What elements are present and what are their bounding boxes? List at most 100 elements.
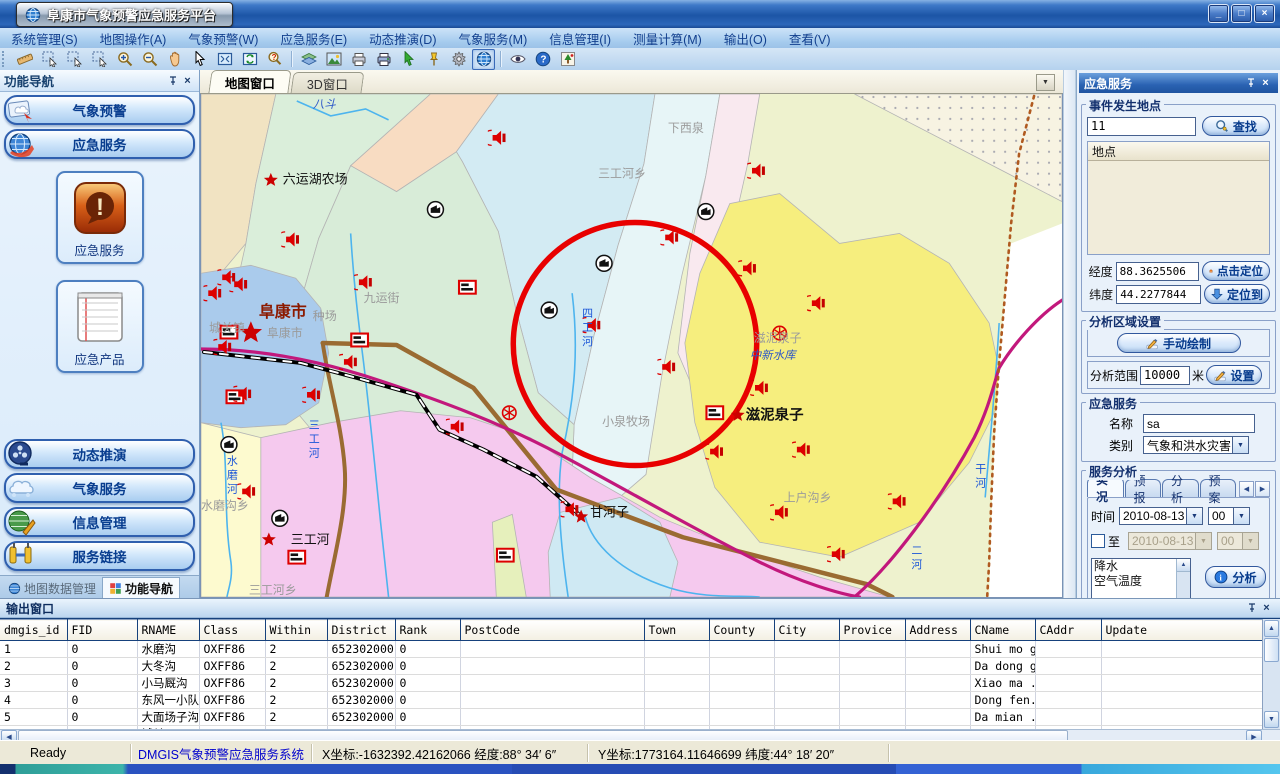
monitor-station-icon[interactable] xyxy=(221,437,237,453)
locate-to-button[interactable]: 定位到 xyxy=(1204,284,1270,304)
analysis-tab-2[interactable]: 分析 xyxy=(1162,479,1199,497)
table-row[interactable]: 50大面场子沟OXFF8626523020000Da mian ... xyxy=(0,709,1263,726)
left-panel-close-icon[interactable]: × xyxy=(180,74,195,88)
column-header[interactable]: County xyxy=(709,620,774,641)
column-header[interactable]: CName xyxy=(970,620,1035,641)
search-button[interactable]: 查找 xyxy=(1202,116,1270,136)
toolbar-pan-button[interactable] xyxy=(163,49,186,70)
table-row[interactable]: 30小马厩沟OXFF8626523020000Xiao ma ... xyxy=(0,675,1263,692)
analysis-tab-0[interactable]: 实况 xyxy=(1087,477,1124,497)
column-header[interactable]: Within xyxy=(265,620,327,641)
column-header[interactable]: RNAME xyxy=(137,620,199,641)
monitor-station-icon[interactable] xyxy=(272,510,288,526)
place-list-header[interactable]: 地点 xyxy=(1088,142,1269,161)
nav-group-bottom-0[interactable]: 动态推演 xyxy=(4,439,195,469)
table-row[interactable]: 10水磨沟OXFF8626523020000Shui mo gou xyxy=(0,641,1263,658)
map-tab-dropdown-icon[interactable]: ▼ xyxy=(1036,74,1055,91)
menu-item-2[interactable]: 气象预警(W) xyxy=(177,29,269,48)
manual-draw-button[interactable]: 手动绘制 xyxy=(1117,333,1241,353)
toolbar-pointer-button[interactable] xyxy=(188,49,211,70)
map-tab-0[interactable]: 地图窗口 xyxy=(208,70,291,93)
title-bar[interactable]: 阜康市气象预警应急服务平台 _ □ × xyxy=(0,0,1280,28)
latitude-value[interactable]: 44.2277844 xyxy=(1116,285,1201,304)
scroll-up-icon[interactable]: ▲ xyxy=(1177,559,1190,572)
column-header[interactable]: Rank xyxy=(395,620,460,641)
monitor-station-icon[interactable] xyxy=(596,255,612,271)
output-close-icon[interactable]: × xyxy=(1259,601,1274,615)
analysis-variable-list[interactable]: 降水空气温度 ▲ xyxy=(1091,558,1191,598)
scroll-up-icon[interactable]: ▲ xyxy=(1264,620,1279,637)
menu-item-0[interactable]: 系统管理(S) xyxy=(0,29,89,48)
table-row[interactable]: 40东风一小队OXFF8626523020000Dong fen... xyxy=(0,692,1263,709)
variable-list-scrollbar[interactable]: ▲ xyxy=(1176,559,1190,598)
column-header[interactable]: District xyxy=(327,620,395,641)
left-tab-1[interactable]: 功能导航 xyxy=(102,577,180,598)
longitude-value[interactable]: 88.3625506 xyxy=(1116,262,1199,281)
minimize-button[interactable]: _ xyxy=(1208,4,1229,23)
date-select[interactable]: 2010-08-13 ▼ xyxy=(1119,507,1203,525)
menu-item-6[interactable]: 信息管理(I) xyxy=(538,29,622,48)
toolbar-full-extent-button[interactable] xyxy=(213,49,236,70)
monitor-station-icon[interactable] xyxy=(427,202,443,218)
column-header[interactable]: City xyxy=(774,620,839,641)
analyze-button[interactable]: 分析 xyxy=(1205,566,1266,588)
service-type-dropdown-icon[interactable]: ▼ xyxy=(1232,437,1248,453)
tab-scroll-right-icon[interactable]: ▶ xyxy=(1255,481,1270,497)
nav-group-0[interactable]: 气象预警 xyxy=(4,95,195,125)
menu-item-8[interactable]: 输出(O) xyxy=(713,29,778,48)
analysis-tab-3[interactable]: 预案 xyxy=(1200,479,1237,497)
toolbar-layers-button[interactable] xyxy=(297,49,320,70)
analysis-range-input[interactable]: 10000 xyxy=(1140,366,1190,385)
toolbar-settings-gear-button[interactable] xyxy=(447,49,470,70)
nav-group-1[interactable]: 应急服务 xyxy=(4,129,195,159)
analysis-tab-1[interactable]: 预报 xyxy=(1125,479,1162,497)
column-header[interactable]: Address xyxy=(905,620,970,641)
tool-button-0[interactable]: 应急服务 xyxy=(56,171,144,264)
variable-item-0[interactable]: 降水 xyxy=(1092,559,1177,574)
toolbar-globe-service-button[interactable] xyxy=(472,49,495,70)
monitor-station-icon[interactable] xyxy=(541,302,557,318)
table-vertical-scrollbar[interactable]: ▲ ▼ xyxy=(1262,619,1280,729)
toolbar-zoom-out-button[interactable] xyxy=(138,49,161,70)
menu-item-9[interactable]: 查看(V) xyxy=(778,29,842,48)
column-header[interactable]: CAddr xyxy=(1035,620,1101,641)
column-header[interactable]: Class xyxy=(199,620,265,641)
location-search-input[interactable]: 11 xyxy=(1087,117,1196,136)
map-drawing[interactable]: 八斗六运湖农场三工河乡下西泉九运街阜康市种场城关镇阜康市滋泥泉子中新水库滋泥泉子… xyxy=(201,94,1062,597)
monitor-station-icon[interactable] xyxy=(698,204,714,220)
menu-item-5[interactable]: 气象服务(M) xyxy=(448,29,539,48)
toolbar-identify-button[interactable] xyxy=(263,49,286,70)
table-row[interactable]: 20大冬沟OXFF8626523020000Da dong gou xyxy=(0,658,1263,675)
output-pin-icon[interactable] xyxy=(1244,601,1259,615)
right-panel-pin-icon[interactable] xyxy=(1243,76,1258,90)
tab-scroll-left-icon[interactable]: ◀ xyxy=(1239,481,1254,497)
tool-button-1[interactable]: 应急产品 xyxy=(56,280,144,373)
service-type-select[interactable]: 气象和洪水灾害 ▼ xyxy=(1143,436,1249,454)
place-list[interactable]: 地点 xyxy=(1087,141,1270,255)
toolbar-visibility-eye-button[interactable] xyxy=(506,49,529,70)
range-set-button[interactable]: 设置 xyxy=(1206,365,1262,385)
map-right-splitter[interactable] xyxy=(1063,70,1076,598)
scroll-down-icon[interactable]: ▼ xyxy=(1264,711,1279,728)
toolbar-legend-tree-button[interactable] xyxy=(556,49,579,70)
toolbar-place-pin-button[interactable] xyxy=(422,49,445,70)
toolbar-measure-tool-button[interactable] xyxy=(13,49,36,70)
toolbar-select-polygon-button[interactable] xyxy=(63,49,86,70)
column-header[interactable]: Update xyxy=(1101,620,1263,641)
toolbar-grip[interactable] xyxy=(2,51,9,67)
toolbar-print-setup-button[interactable] xyxy=(372,49,395,70)
shelter-flag-icon[interactable] xyxy=(288,551,305,564)
scroll-thumb[interactable] xyxy=(1264,638,1279,662)
column-header[interactable]: Provice xyxy=(839,620,905,641)
service-name-input[interactable]: sa xyxy=(1143,414,1255,433)
menu-item-1[interactable]: 地图操作(A) xyxy=(89,29,178,48)
menu-item-3[interactable]: 应急服务(E) xyxy=(269,29,358,48)
column-header[interactable]: FID xyxy=(67,620,137,641)
menu-item-7[interactable]: 测量计算(M) xyxy=(622,29,713,48)
locate-by-click-button[interactable]: 点击定位 xyxy=(1202,261,1270,281)
hour-select[interactable]: 00 ▼ xyxy=(1208,507,1250,525)
menu-item-4[interactable]: 动态推演(D) xyxy=(358,29,447,48)
toolbar-print-button[interactable] xyxy=(347,49,370,70)
shelter-flag-icon[interactable] xyxy=(497,549,514,562)
toolbar-help-button[interactable] xyxy=(531,49,554,70)
